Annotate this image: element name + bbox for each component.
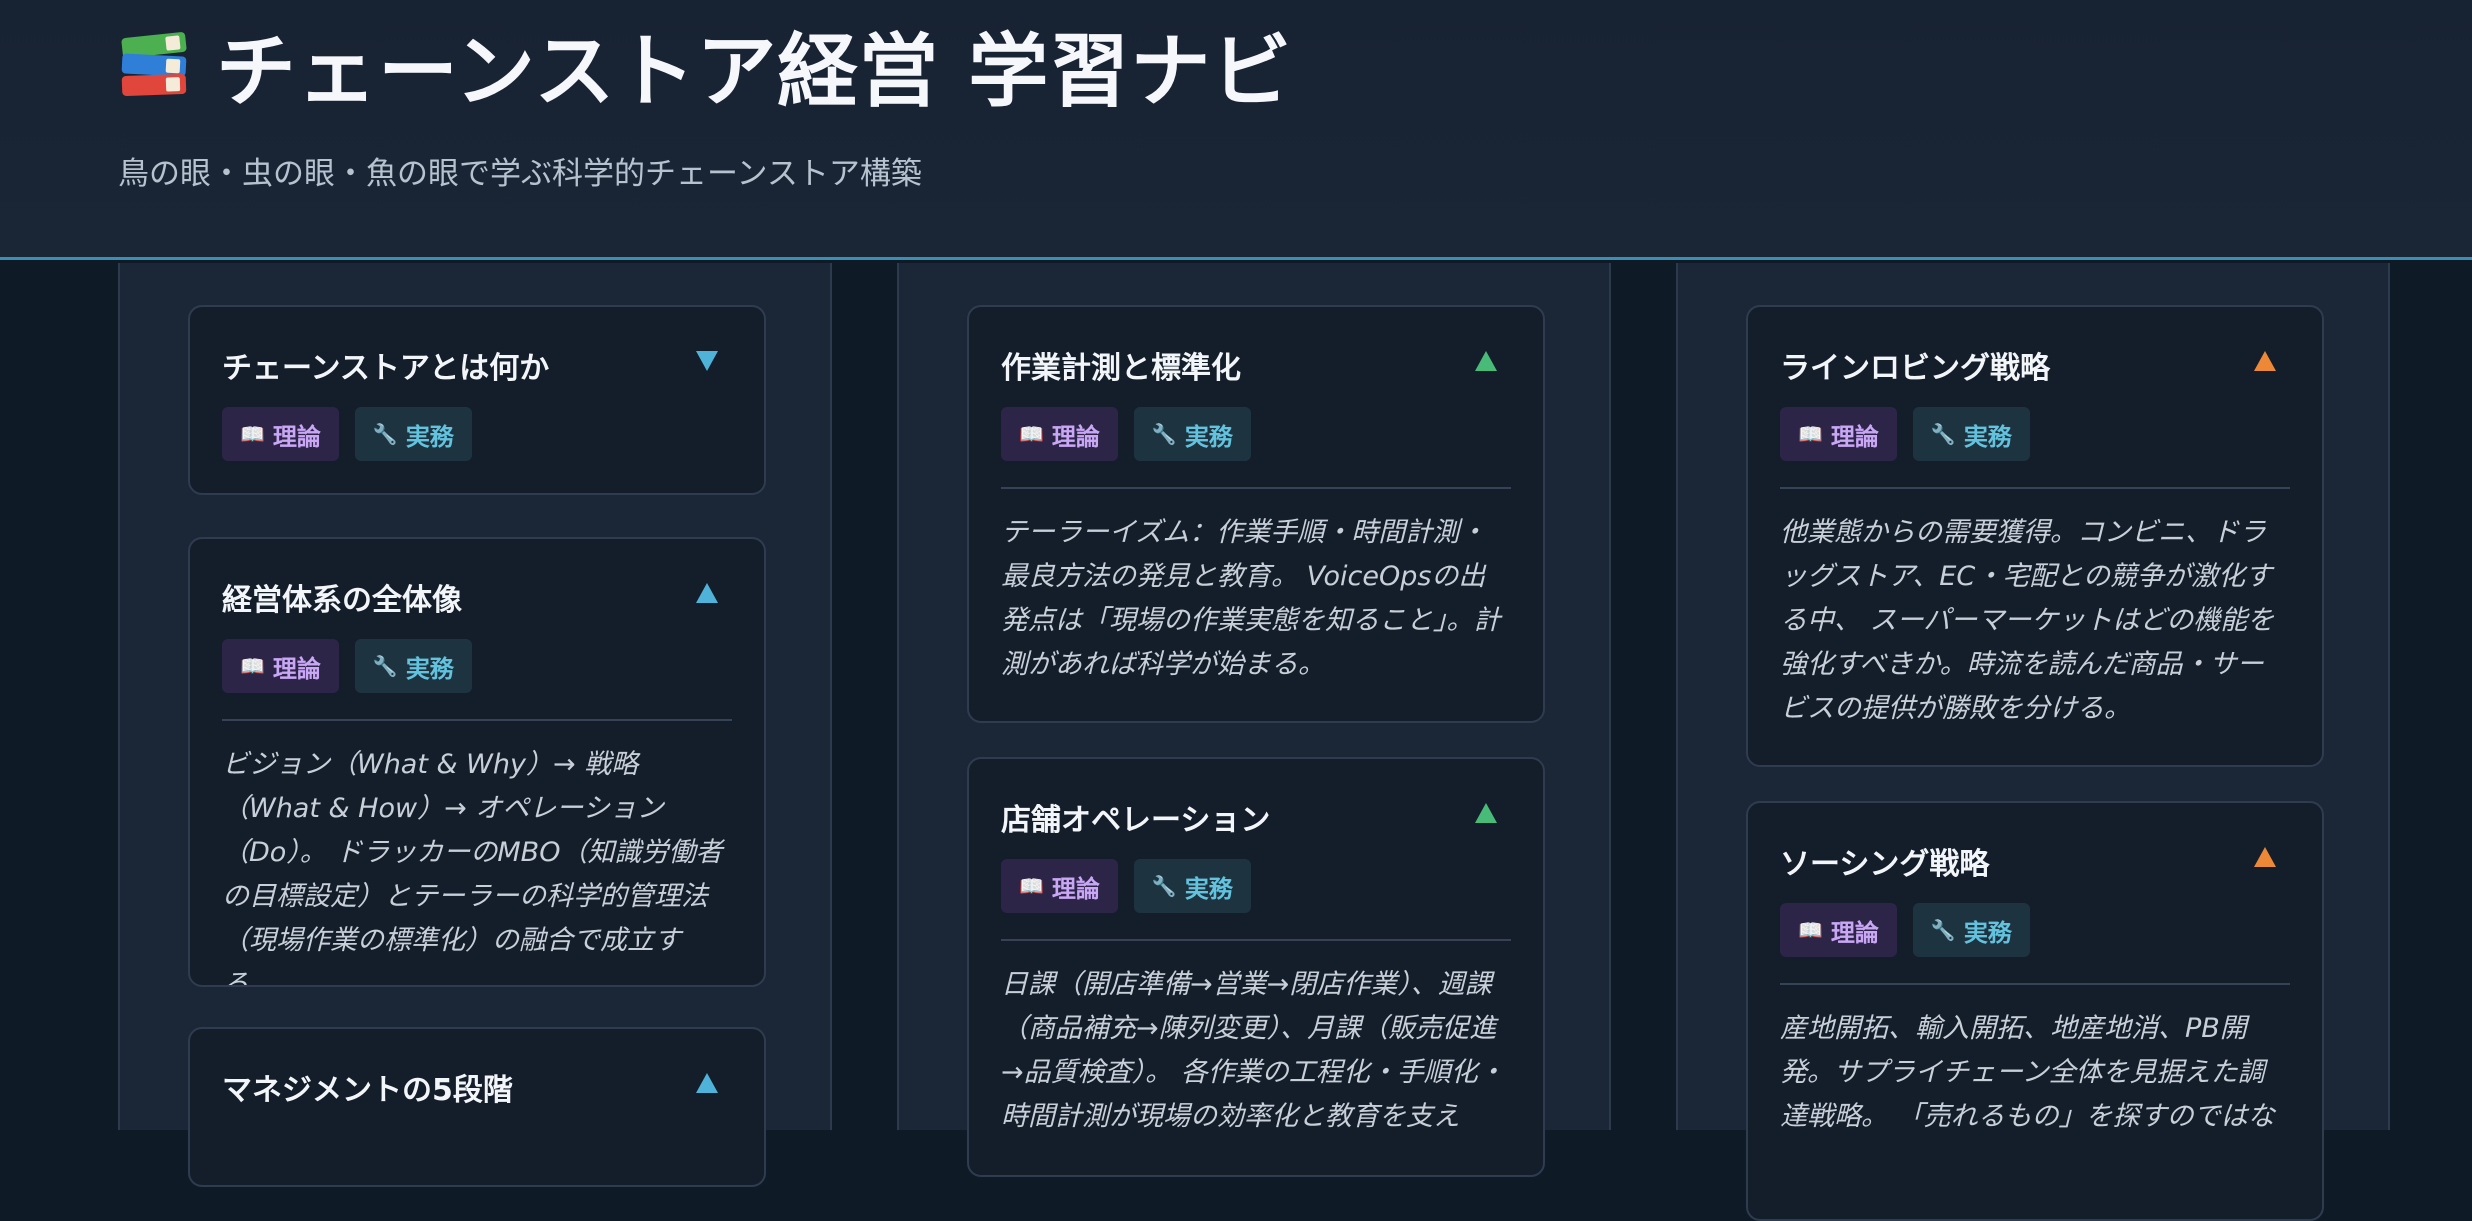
tag-theory[interactable]: 📖 理論 <box>1001 859 1118 913</box>
tag-theory-label: 理論 <box>1830 422 1879 451</box>
tag-list: 📖 理論 🔧 実務 <box>1001 859 1511 915</box>
tag-theory[interactable]: 📖 理論 <box>1001 407 1118 461</box>
wrench-icon: 🔧 <box>1930 422 1956 446</box>
wrench-icon: 🔧 <box>1151 422 1177 446</box>
card-title: ラインロビング戦略 <box>1780 351 2050 386</box>
tag-theory-label: 理論 <box>272 654 321 683</box>
topic-card[interactable]: 経営体系の全体像 📖 理論 🔧 実務 ビジョン（What & Why）→ 戦略（Wh… <box>188 537 766 987</box>
card-title: 経営体系の全体像 <box>222 583 462 618</box>
tag-practice-label: 実務 <box>1184 422 1233 451</box>
page-header: チェーンストア経営 学習ナビ 鳥の眼・虫の眼・魚の眼で学ぶ科学的チェーンストア構… <box>0 0 2472 260</box>
category-column-3: ラインロビング戦略 📖 理論 🔧 実務 他業態からの需要獲得。コンビニ、ドラッグスト… <box>1676 263 2390 1221</box>
collapse-toggle-icon[interactable] <box>1475 351 1497 371</box>
tag-practice[interactable]: 🔧 実務 <box>1912 903 2030 957</box>
collapse-toggle-icon[interactable] <box>2254 351 2276 371</box>
tag-theory[interactable]: 📖 理論 <box>1780 903 1897 957</box>
book-icon: 📖 <box>1019 422 1044 446</box>
card-title: 店舗オペレーション <box>1001 803 1271 838</box>
topic-card[interactable]: ラインロビング戦略 📖 理論 🔧 実務 他業態からの需要獲得。コンビニ、ドラッグスト… <box>1746 305 2324 767</box>
topic-card[interactable]: マネジメントの5段階 <box>188 1027 766 1187</box>
tag-theory-label: 理論 <box>272 422 321 451</box>
tag-list: 📖 理論 🔧 実務 <box>1780 407 2290 463</box>
tag-list: 📖 理論 🔧 実務 <box>222 407 732 463</box>
card-title: マネジメントの5段階 <box>222 1073 513 1108</box>
tag-practice[interactable]: 🔧 実務 <box>354 639 472 693</box>
title-row: チェーンストア経営 学習ナビ <box>118 10 1292 120</box>
tag-practice[interactable]: 🔧 実務 <box>354 407 472 461</box>
tag-practice[interactable]: 🔧 実務 <box>1133 407 1251 461</box>
expand-toggle-icon[interactable] <box>696 351 718 371</box>
tag-list: 📖 理論 🔧 実務 <box>1001 407 1511 463</box>
card-body: 産地開拓、輸入開拓、地産地消、PB開発。サプライチェーン全体を見据えた調達戦略。… <box>1780 1013 2275 1132</box>
wrench-icon: 🔧 <box>372 422 398 446</box>
tag-theory[interactable]: 📖 理論 <box>222 407 339 461</box>
card-header[interactable]: チェーンストアとは何か <box>222 307 732 415</box>
tag-practice[interactable]: 🔧 実務 <box>1912 407 2030 461</box>
card-title: ソーシング戦略 <box>1780 847 1990 882</box>
card-body: ビジョン（What & Why）→ 戦略（What & How）→ オペレーショ… <box>222 749 723 987</box>
collapse-toggle-icon[interactable] <box>1475 803 1497 823</box>
tag-theory-label: 理論 <box>1051 422 1100 451</box>
topic-card[interactable]: ソーシング戦略 📖 理論 🔧 実務 産地開拓、輸入開拓、地産地消、PB開発。サプライ… <box>1746 801 2324 1221</box>
tag-practice-label: 実務 <box>1184 874 1233 903</box>
topic-card[interactable]: 店舗オペレーション 📖 理論 🔧 実務 日課（開店準備→営業→閉店作業）、週課（商品… <box>967 757 1545 1177</box>
tag-practice-label: 実務 <box>405 422 454 451</box>
tag-theory-label: 理論 <box>1051 874 1100 903</box>
wrench-icon: 🔧 <box>1930 918 1956 942</box>
card-title: チェーンストアとは何か <box>222 351 550 386</box>
category-column-1: チェーンストアとは何か 📖 理論 🔧 実務 経営体系の全体像 📖 理論 🔧 実務 ビジョ… <box>118 263 832 1187</box>
category-column-2: 作業計測と標準化 📖 理論 🔧 実務 テーラーイズム：作業手順・時間計測・最良方法の… <box>897 263 1611 1177</box>
tag-list: 📖 理論 🔧 実務 <box>222 639 732 695</box>
page-title: チェーンストア経営 学習ナビ <box>216 25 1293 118</box>
book-icon: 📖 <box>240 654 265 678</box>
tag-practice-label: 実務 <box>1963 422 2012 451</box>
card-header[interactable]: ソーシング戦略 <box>1780 803 2290 911</box>
card-title: 作業計測と標準化 <box>1001 351 1241 386</box>
card-body: テーラーイズム：作業手順・時間計測・最良方法の発見と教育。 VoiceOpsの出… <box>1001 517 1501 680</box>
topic-card[interactable]: 作業計測と標準化 📖 理論 🔧 実務 テーラーイズム：作業手順・時間計測・最良方法の… <box>967 305 1545 723</box>
tag-theory[interactable]: 📖 理論 <box>1780 407 1897 461</box>
card-header[interactable]: 店舗オペレーション <box>1001 759 1511 867</box>
collapse-toggle-icon[interactable] <box>696 1073 718 1093</box>
tag-practice-label: 実務 <box>1963 918 2012 947</box>
card-header[interactable]: マネジメントの5段階 <box>222 1029 732 1137</box>
books-icon <box>118 29 190 101</box>
book-icon: 📖 <box>1798 918 1823 942</box>
card-header[interactable]: 経営体系の全体像 <box>222 539 732 647</box>
wrench-icon: 🔧 <box>372 654 398 678</box>
card-body: 日課（開店準備→営業→閉店作業）、週課（商品補充→陳列変更）、月課（販売促進→品… <box>1001 969 1505 1132</box>
topic-card[interactable]: チェーンストアとは何か 📖 理論 🔧 実務 <box>188 305 766 495</box>
tag-practice-label: 実務 <box>405 654 454 683</box>
collapse-toggle-icon[interactable] <box>2254 847 2276 867</box>
wrench-icon: 🔧 <box>1151 874 1177 898</box>
page-subtitle: 鳥の眼・虫の眼・魚の眼で学ぶ科学的チェーンストア構築 <box>118 156 922 192</box>
book-icon: 📖 <box>1019 874 1044 898</box>
card-header[interactable]: 作業計測と標準化 <box>1001 307 1511 415</box>
tag-theory[interactable]: 📖 理論 <box>222 639 339 693</box>
collapse-toggle-icon[interactable] <box>696 583 718 603</box>
card-header[interactable]: ラインロビング戦略 <box>1780 307 2290 415</box>
tag-practice[interactable]: 🔧 実務 <box>1133 859 1251 913</box>
tag-list: 📖 理論 🔧 実務 <box>1780 903 2290 959</box>
tag-theory-label: 理論 <box>1830 918 1879 947</box>
card-body: 他業態からの需要獲得。コンビニ、ドラッグストア、EC・宅配との競争が激化する中、… <box>1780 517 2275 724</box>
book-icon: 📖 <box>240 422 265 446</box>
book-icon: 📖 <box>1798 422 1823 446</box>
